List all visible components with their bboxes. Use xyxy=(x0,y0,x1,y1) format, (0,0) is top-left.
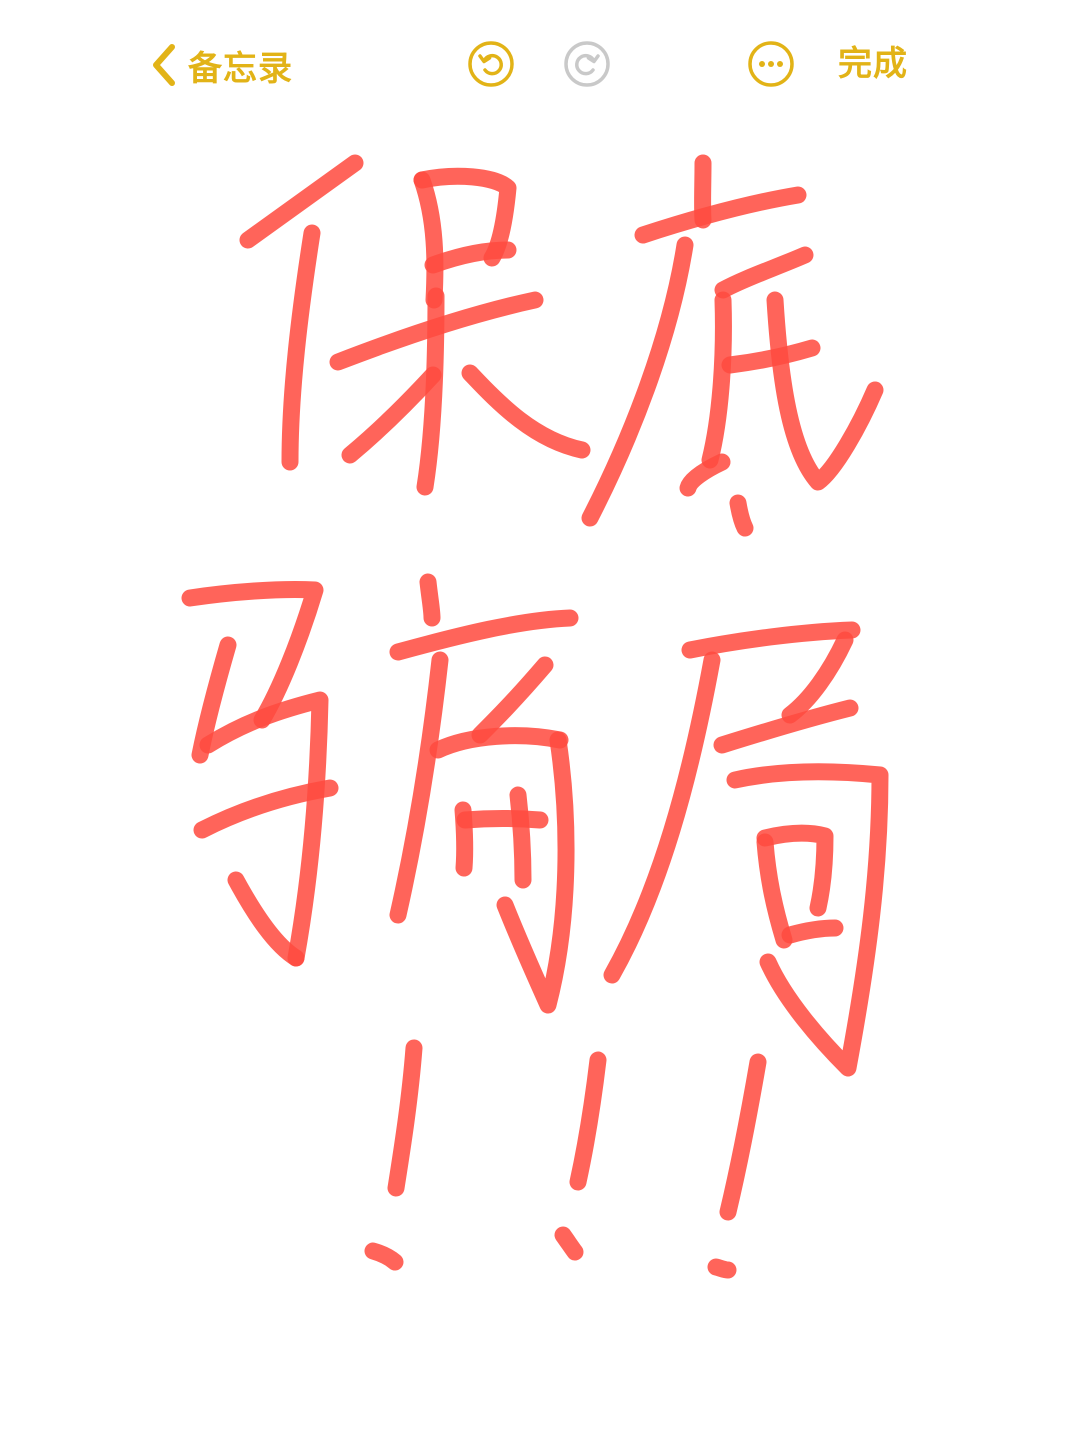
undo-button[interactable] xyxy=(467,40,515,88)
drawing-canvas[interactable] xyxy=(0,130,1080,1440)
redo-button[interactable] xyxy=(563,40,611,88)
handwritten-char-di xyxy=(581,154,884,537)
more-button[interactable] xyxy=(747,40,795,88)
top-toolbar: 备忘录 完成 xyxy=(0,0,1080,130)
redo-icon xyxy=(564,41,610,87)
ellipsis-circle-icon xyxy=(748,41,794,87)
back-button[interactable]: 备忘录 xyxy=(150,38,293,92)
handwritten-char-bao xyxy=(239,154,591,496)
note-meta xyxy=(378,26,708,44)
handwritten-drawing xyxy=(181,154,889,1279)
handwritten-char-pian xyxy=(181,573,579,1014)
notes-drawing-screen: 备忘录 完成 xyxy=(0,0,1080,1440)
chevron-left-icon xyxy=(150,43,178,87)
handwritten-char-ju xyxy=(603,621,889,1077)
undo-icon xyxy=(468,41,514,87)
done-button[interactable]: 完成 xyxy=(838,40,908,88)
back-button-label: 备忘录 xyxy=(188,48,293,89)
handwritten-exclamation-marks xyxy=(364,1039,767,1279)
